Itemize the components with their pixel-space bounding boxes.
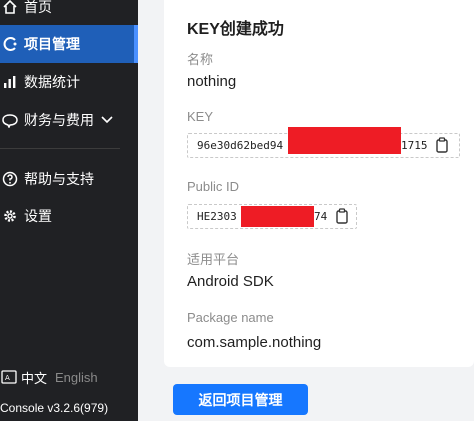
copy-icon[interactable] [335, 208, 349, 224]
project-icon [0, 25, 20, 63]
help-icon [0, 160, 20, 198]
name-value: nothing [187, 73, 237, 90]
finance-icon [0, 101, 20, 139]
key-result-card: KEY创建成功 名称 nothing KEY 96e30d62bed94 171… [164, 0, 474, 367]
name-label: 名称 [187, 52, 214, 67]
sidebar-item-label: 设置 [24, 208, 52, 224]
chevron-down-icon[interactable] [100, 113, 114, 127]
card-title: KEY创建成功 [187, 21, 284, 38]
svg-text:A: A [5, 374, 10, 382]
redaction-block [241, 206, 314, 227]
platform-label: 适用平台 [187, 252, 240, 267]
sidebar-item-finance[interactable]: 财务与费用 [0, 101, 138, 139]
key-prefix: 96e30d62bed94 [197, 139, 284, 152]
sidebar-item-settings[interactable]: 设置 [0, 197, 138, 235]
public-id-suffix: 74 [314, 210, 328, 223]
sidebar-item-label: 项目管理 [24, 36, 80, 52]
sidebar-item-home[interactable]: 首页 [0, 0, 138, 26]
public-id-prefix: HE2303 [197, 210, 237, 223]
sidebar-item-statistics[interactable]: 数据统计 [0, 63, 138, 101]
copy-icon[interactable] [435, 137, 449, 153]
platform-value: Android SDK [187, 273, 274, 290]
home-icon [0, 0, 20, 26]
sidebar-item-label: 首页 [24, 0, 52, 15]
gear-icon [0, 197, 20, 235]
sidebar-item-project-management[interactable]: 项目管理 [0, 25, 138, 63]
sidebar-item-help[interactable]: 帮助与支持 [0, 160, 138, 198]
sidebar-item-label: 财务与费用 [24, 112, 94, 128]
language-switcher: A 中文 English [0, 367, 98, 387]
package-name-label: Package name [187, 310, 274, 325]
redaction-block [288, 127, 401, 154]
bar-chart-icon [0, 63, 20, 101]
back-to-project-management-button[interactable]: 返回项目管理 [173, 384, 308, 415]
sidebar-item-label: 帮助与支持 [24, 171, 94, 187]
sidebar: 首页 项目管理 数据统计 财务与费用 帮助与支持 设置 A 中文 English… [0, 0, 138, 421]
lang-english[interactable]: English [55, 370, 98, 385]
key-label: KEY [187, 109, 214, 124]
package-name-value: com.sample.nothing [187, 334, 322, 351]
lang-chinese[interactable]: 中文 [21, 368, 47, 387]
key-suffix: 1715 [401, 139, 428, 152]
public-id-label: Public ID [187, 179, 240, 194]
console-version: Console v3.2.6(979) [0, 401, 109, 415]
sidebar-divider [0, 148, 120, 149]
sidebar-item-label: 数据统计 [24, 74, 80, 90]
globe-icon: A [0, 367, 18, 387]
